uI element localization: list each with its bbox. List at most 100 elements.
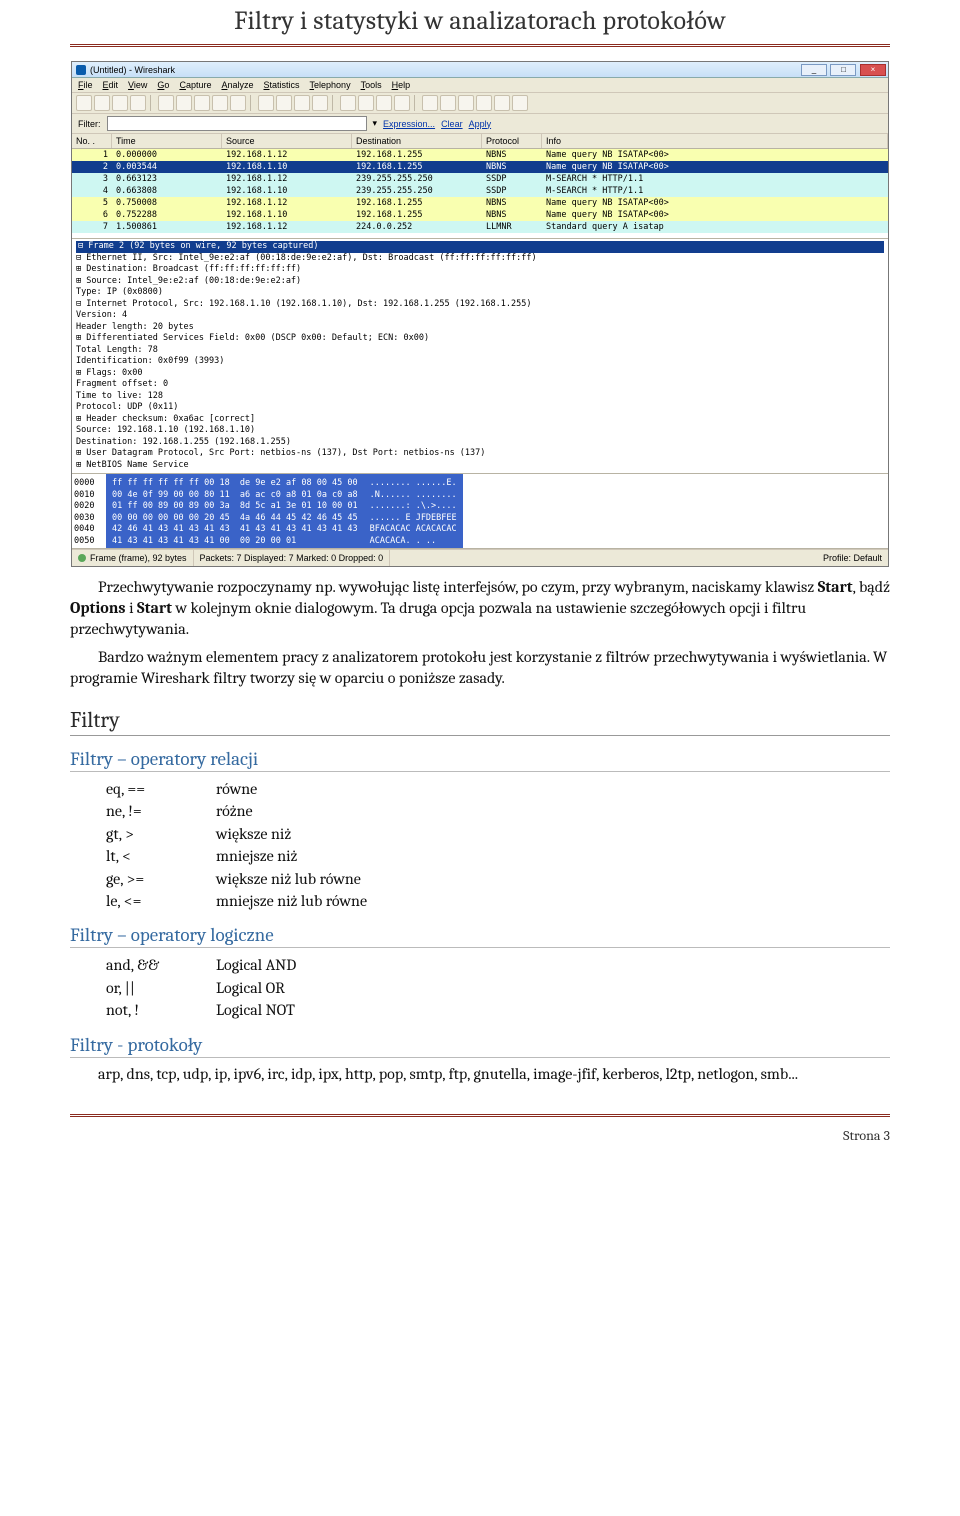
op-row: ge, >=większe niż lub równe [106, 868, 890, 890]
detail-line[interactable]: ⊞ Source: Intel_9e:e2:af (00:18:de:9e:e2… [76, 276, 884, 288]
detail-line[interactable]: Total Length: 78 [76, 345, 884, 357]
detail-line[interactable]: ⊞ Destination: Broadcast (ff:ff:ff:ff:ff… [76, 264, 884, 276]
col-source[interactable]: Source [222, 134, 352, 148]
tb-btn[interactable] [340, 95, 356, 111]
page-title: Filtry i statystyki w analizatorach prot… [70, 0, 890, 44]
tb-btn[interactable] [176, 95, 192, 111]
packet-row[interactable]: 30.663123192.168.1.12239.255.255.250SSDP… [72, 173, 888, 185]
tb-btn[interactable] [276, 95, 292, 111]
tb-btn[interactable] [194, 95, 210, 111]
packet-list[interactable]: 10.000000192.168.1.12192.168.1.255NBNSNa… [72, 149, 888, 239]
tb-btn[interactable] [476, 95, 492, 111]
tb-btn[interactable] [312, 95, 328, 111]
menu-help[interactable]: Help [392, 80, 411, 90]
op-row: ne, !=różne [106, 800, 890, 822]
window-controls[interactable]: _ □ × [800, 64, 886, 76]
tb-btn[interactable] [358, 95, 374, 111]
packet-row[interactable]: 40.663808192.168.1.10239.255.255.250SSDP… [72, 185, 888, 197]
op-row: not, !Logical NOT [106, 999, 890, 1021]
col-destination[interactable]: Destination [352, 134, 482, 148]
filter-bar: Filter: ▾ Expression... Clear Apply [72, 114, 888, 134]
detail-line[interactable]: Type: IP (0x0800) [76, 287, 884, 299]
detail-line[interactable]: ⊞ Flags: 0x00 [76, 368, 884, 380]
menu-go[interactable]: Go [157, 80, 169, 90]
col-no[interactable]: No. . [72, 134, 112, 148]
menu-tools[interactable]: Tools [361, 80, 382, 90]
menu-view[interactable]: View [128, 80, 147, 90]
col-info[interactable]: Info [542, 134, 888, 148]
detail-line[interactable]: Version: 4 [76, 310, 884, 322]
titlebar: (Untitled) - Wireshark _ □ × [72, 62, 888, 78]
tb-btn[interactable] [158, 95, 174, 111]
detail-line[interactable]: ⊞ User Datagram Protocol, Src Port: netb… [76, 448, 884, 460]
tb-btn[interactable] [512, 95, 528, 111]
tb-separator [250, 95, 254, 111]
detail-line[interactable]: ⊟ Ethernet II, Src: Intel_9e:e2:af (00:1… [76, 253, 884, 265]
detail-line[interactable]: ⊟ Frame 2 (92 bytes on wire, 92 bytes ca… [76, 241, 884, 253]
packet-row[interactable]: 10.000000192.168.1.12192.168.1.255NBNSNa… [72, 149, 888, 161]
packet-row[interactable]: 20.003544192.168.1.10192.168.1.255NBNSNa… [72, 161, 888, 173]
tb-btn[interactable] [422, 95, 438, 111]
status-indicator-icon [78, 554, 86, 562]
minimize-button[interactable]: _ [801, 64, 827, 76]
packet-row[interactable]: 50.750008192.168.1.12192.168.1.255NBNSNa… [72, 197, 888, 209]
footer-rule [70, 1114, 890, 1117]
hex-pane[interactable]: 000000100020003000400050 ff ff ff ff ff … [72, 473, 888, 549]
detail-line[interactable]: ⊞ Differentiated Services Field: 0x00 (D… [76, 333, 884, 345]
packet-row[interactable]: 71.500861192.168.1.12224.0.0.252LLMNRSta… [72, 221, 888, 233]
tb-btn[interactable] [94, 95, 110, 111]
menu-analyze[interactable]: Analyze [221, 80, 253, 90]
toolbar[interactable] [72, 93, 888, 114]
menu-capture[interactable]: Capture [179, 80, 211, 90]
filter-input[interactable] [107, 116, 367, 131]
paragraph-1: Przechwytywanie rozpoczynamy np. wywołuj… [70, 577, 890, 639]
dropdown-icon[interactable]: ▾ [373, 118, 378, 129]
status-bar: Frame (frame), 92 bytes Packets: 7 Displ… [72, 549, 888, 566]
tb-btn[interactable] [230, 95, 246, 111]
menu-file[interactable]: File [78, 80, 93, 90]
col-time[interactable]: Time [112, 134, 222, 148]
tb-btn[interactable] [258, 95, 274, 111]
detail-line[interactable]: Identification: 0x0f99 (3993) [76, 356, 884, 368]
detail-line[interactable]: ⊞ NetBIOS Name Service [76, 460, 884, 472]
detail-line[interactable]: Destination: 192.168.1.255 (192.168.1.25… [76, 437, 884, 449]
heading-filtry: Filtry [70, 707, 890, 736]
detail-line[interactable]: Header length: 20 bytes [76, 322, 884, 334]
detail-line[interactable]: ⊞ Header checksum: 0xa6ac [correct] [76, 414, 884, 426]
maximize-button[interactable]: □ [830, 64, 856, 76]
tb-separator [414, 95, 418, 111]
packet-list-header[interactable]: No. . Time Source Destination Protocol I… [72, 134, 888, 149]
expression-link[interactable]: Expression... [383, 119, 435, 129]
heading-protocols: Filtry - protokoły [70, 1034, 890, 1058]
tb-separator [332, 95, 336, 111]
detail-line[interactable]: Protocol: UDP (0x11) [76, 402, 884, 414]
hex-bytes: ff ff ff ff ff ff 00 18 de 9e e2 af 08 0… [106, 474, 364, 548]
tb-btn[interactable] [76, 95, 92, 111]
detail-line[interactable]: Time to live: 128 [76, 391, 884, 403]
apply-link[interactable]: Apply [469, 119, 492, 129]
tb-btn[interactable] [440, 95, 456, 111]
tb-btn[interactable] [112, 95, 128, 111]
detail-line[interactable]: ⊟ Internet Protocol, Src: 192.168.1.10 (… [76, 299, 884, 311]
tb-btn[interactable] [376, 95, 392, 111]
packet-row[interactable]: 60.752288192.168.1.10192.168.1.255NBNSNa… [72, 209, 888, 221]
packet-details[interactable]: ⊟ Frame 2 (92 bytes on wire, 92 bytes ca… [72, 239, 888, 473]
detail-line[interactable]: Source: 192.168.1.10 (192.168.1.10) [76, 425, 884, 437]
tb-btn[interactable] [394, 95, 410, 111]
col-protocol[interactable]: Protocol [482, 134, 542, 148]
relational-ops-table: eq, ==równene, !=różnegt, >większe niżlt… [106, 778, 890, 912]
menu-edit[interactable]: Edit [103, 80, 119, 90]
menu-statistics[interactable]: Statistics [264, 80, 300, 90]
tb-btn[interactable] [494, 95, 510, 111]
tb-btn[interactable] [294, 95, 310, 111]
clear-link[interactable]: Clear [441, 119, 463, 129]
tb-btn[interactable] [130, 95, 146, 111]
menubar[interactable]: File Edit View Go Capture Analyze Statis… [72, 78, 888, 93]
close-button[interactable]: × [860, 64, 886, 76]
detail-line[interactable]: Fragment offset: 0 [76, 379, 884, 391]
tb-btn[interactable] [458, 95, 474, 111]
tb-separator [150, 95, 154, 111]
menu-telephony[interactable]: Telephony [310, 80, 351, 90]
page-number: Strona 3 [70, 1127, 890, 1144]
tb-btn[interactable] [212, 95, 228, 111]
